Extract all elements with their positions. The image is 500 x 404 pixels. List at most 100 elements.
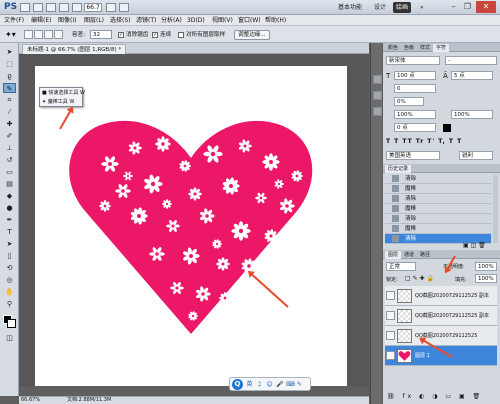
history-row[interactable]: 魔棒: [385, 184, 491, 194]
quick-mask-icon[interactable]: ◫: [3, 333, 16, 343]
language-select[interactable]: 美国英语: [386, 151, 440, 160]
status-zoom[interactable]: 66.67%: [21, 397, 40, 404]
ime-logo-icon[interactable]: Q: [232, 379, 243, 390]
menu-layer[interactable]: 图层(L): [84, 16, 104, 25]
layer-row[interactable]: QQ截图20200729112525 副本: [385, 286, 497, 306]
brush-tool-icon[interactable]: ✐: [3, 131, 16, 141]
history-row[interactable]: 魔棒: [385, 204, 491, 214]
layer-row[interactable]: QQ截图20200729112525: [385, 326, 497, 346]
menu-filter[interactable]: 滤镜(T): [136, 16, 156, 25]
sample-all-checkbox[interactable]: 对所有图层取样: [178, 30, 225, 40]
pen-tool-icon[interactable]: ✒: [3, 215, 16, 225]
baseline-shift-input[interactable]: 0 点: [394, 123, 436, 132]
horizontal-scale-input[interactable]: 100%: [451, 110, 493, 119]
gradient-tool-icon[interactable]: ▤: [3, 179, 16, 189]
history-row[interactable]: 清除: [385, 174, 491, 184]
healing-brush-icon[interactable]: ✚: [3, 119, 16, 129]
history-row[interactable]: 清除: [385, 194, 491, 204]
font-family-select[interactable]: 新宋体: [386, 56, 440, 65]
hand-icon[interactable]: [59, 3, 69, 12]
menu-select[interactable]: 选择(S): [110, 16, 131, 25]
intersect-selection-icon[interactable]: [54, 30, 63, 39]
tracking-input[interactable]: 0%: [394, 97, 424, 106]
kerning-input[interactable]: 0: [394, 84, 436, 93]
antialias-checkbox[interactable]: ✓ 消除锯齿: [118, 30, 148, 40]
path-selection-icon[interactable]: ➤: [3, 239, 16, 249]
3d-rotate-icon[interactable]: ⟲: [3, 263, 16, 273]
tab-layers[interactable]: 图层: [385, 251, 402, 259]
menu-help[interactable]: 帮助(H): [265, 16, 286, 25]
menu-window[interactable]: 窗口(W): [238, 16, 261, 25]
layer-row[interactable]: QQ截图20200729112525 副本: [385, 306, 497, 326]
antialias-select[interactable]: 锐利: [459, 151, 493, 160]
menu-3d[interactable]: 3D(D): [187, 16, 205, 25]
crop-tool-icon[interactable]: ⌗: [3, 95, 16, 105]
canvas[interactable]: [35, 66, 347, 386]
text-style-buttons[interactable]: T T TT Tr T' T, T T: [386, 138, 462, 145]
font-size-input[interactable]: 100 点: [394, 71, 436, 80]
blur-tool-icon[interactable]: ◆: [3, 191, 16, 201]
arrange-docs-icon[interactable]: [106, 3, 116, 12]
type-panel-icon[interactable]: [373, 91, 382, 100]
clone-stamp-icon[interactable]: ⊥: [3, 143, 16, 153]
view-extras-icon[interactable]: [46, 3, 56, 12]
tab-styles[interactable]: 样式: [417, 44, 433, 52]
restore-icon[interactable]: ❐: [461, 1, 474, 13]
tab-paths[interactable]: 路径: [417, 251, 433, 259]
eraser-tool-icon[interactable]: ▭: [3, 167, 16, 177]
refine-edge-button[interactable]: 调整边缘...: [234, 30, 270, 40]
move-tool-icon[interactable]: ➤: [3, 47, 16, 57]
menu-file[interactable]: 文件(F): [4, 16, 24, 25]
tab-swatches[interactable]: 色板: [401, 44, 417, 52]
hand-tool-icon[interactable]: ✋: [3, 287, 16, 297]
eyedropper-tool-icon[interactable]: ⁄: [3, 107, 16, 117]
zoom-tool-icon[interactable]: ⚲: [3, 299, 16, 309]
add-selection-icon[interactable]: [34, 30, 43, 39]
zoom-icon[interactable]: [72, 3, 82, 12]
document-tab[interactable]: 未标题-1 @ 66.7% (图层 1,RGB/8) *: [22, 44, 127, 54]
history-brush-icon[interactable]: ↺: [3, 155, 16, 165]
quick-selection-tool-icon[interactable]: ✎: [3, 83, 16, 93]
menu-image[interactable]: 图像(I): [58, 16, 76, 25]
dodge-tool-icon[interactable]: ●: [3, 203, 16, 213]
visibility-toggle[interactable]: [386, 291, 395, 300]
menu-edit[interactable]: 编辑(E): [31, 16, 51, 25]
tolerance-input[interactable]: 32: [90, 30, 112, 39]
bridge-icon[interactable]: [20, 3, 30, 12]
ime-lang-icon[interactable]: 英: [246, 379, 253, 391]
ime-punct-icon[interactable]: ℷ: [256, 379, 263, 391]
tab-character[interactable]: 字符: [433, 44, 450, 52]
font-style-select[interactable]: -: [445, 56, 497, 65]
close-icon[interactable]: ✕: [476, 1, 496, 13]
lasso-tool-icon[interactable]: ϱ: [3, 71, 16, 81]
ime-emoji-icon[interactable]: ☺: [266, 379, 273, 391]
lock-icons[interactable]: □ ✎ ✚ 🔒: [405, 275, 434, 282]
paragraph-panel-icon[interactable]: [373, 107, 382, 116]
menu-view[interactable]: 视图(V): [212, 16, 233, 25]
layer-actions-icons[interactable]: ⛓ fx ◐ ◑ ▭ ▣ 🗑: [387, 393, 483, 400]
background-color-swatch[interactable]: [7, 319, 16, 328]
mini-bridge-icon[interactable]: [33, 3, 43, 12]
type-tool-icon[interactable]: T: [3, 227, 16, 237]
marquee-tool-icon[interactable]: ⬚: [3, 59, 16, 69]
ime-voice-icon[interactable]: 🎤: [276, 379, 283, 391]
fill-input[interactable]: 100%: [475, 274, 497, 283]
opacity-input[interactable]: 100%: [475, 262, 497, 271]
tab-color[interactable]: 颜色: [385, 44, 401, 52]
vertical-scale-input[interactable]: 100%: [394, 110, 436, 119]
workspace-essentials[interactable]: 基本功能: [335, 2, 365, 13]
ime-keyboard-icon[interactable]: ⌨: [286, 379, 295, 391]
workspace-more[interactable]: »: [417, 2, 427, 13]
screen-mode-icon[interactable]: [119, 3, 129, 12]
history-actions-icons[interactable]: ▣ ◫ 🗑: [463, 242, 486, 249]
blend-mode-select[interactable]: 正常: [386, 262, 416, 271]
mini-panel-icon[interactable]: [373, 75, 382, 84]
visibility-toggle[interactable]: [386, 311, 395, 320]
ime-tools-icon[interactable]: ✎: [296, 379, 303, 391]
tab-channels[interactable]: 通道: [401, 251, 417, 259]
history-row[interactable]: 魔棒: [385, 224, 491, 234]
history-row[interactable]: 清除: [385, 214, 491, 224]
new-selection-icon[interactable]: [24, 30, 33, 39]
contiguous-checkbox[interactable]: ✓ 连续: [152, 30, 171, 40]
3d-orbit-icon[interactable]: ◎: [3, 275, 16, 285]
